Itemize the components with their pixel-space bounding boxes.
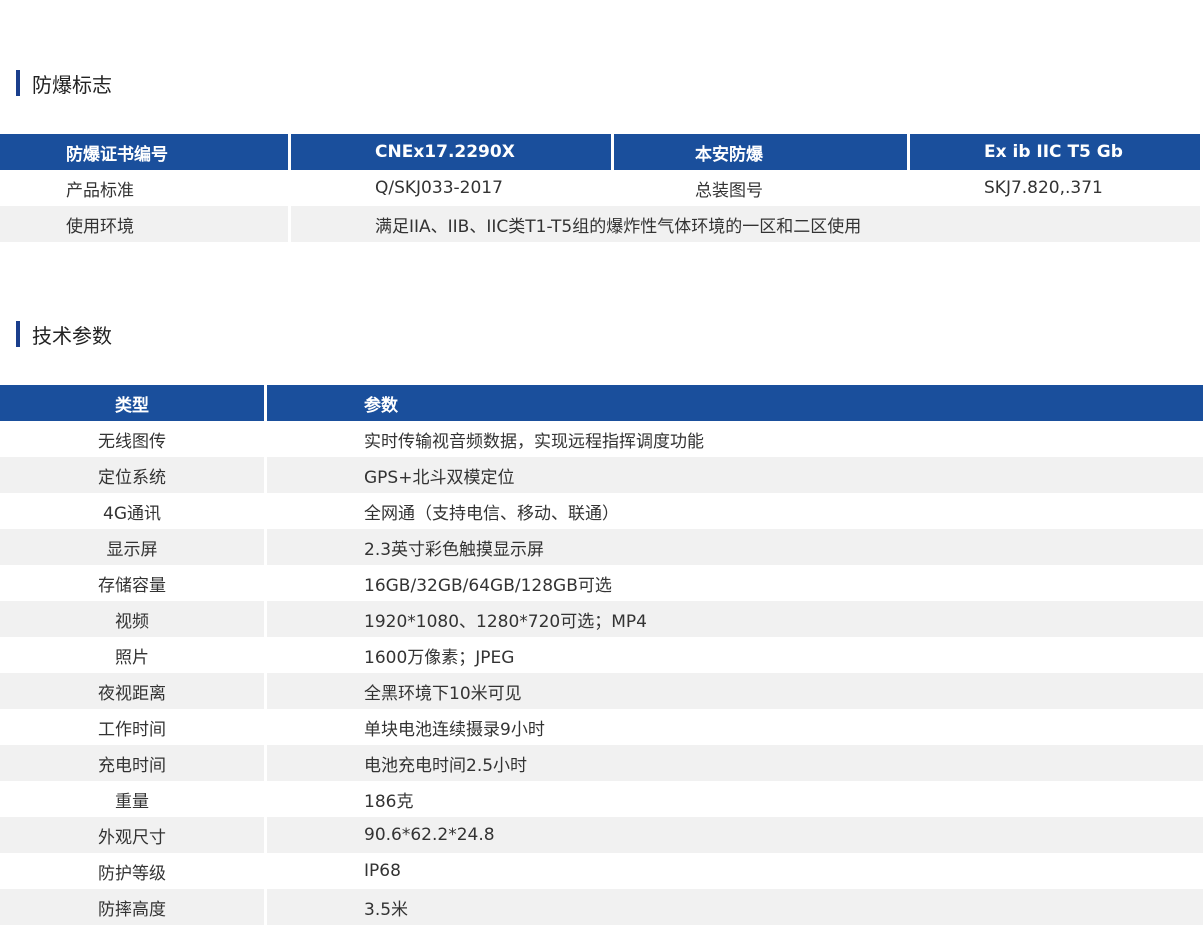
table-header-row: 防爆证书编号 CNEx17.2290X 本安防爆 Ex ib IIC T5 Gb [0, 134, 1200, 170]
section-title-spec: 技术参数 [16, 321, 112, 348]
table-row: 4G通讯 全网通（支持电信、移动、联通） [0, 493, 1203, 529]
spec-key: 工作时间 [0, 709, 267, 745]
section-title-explosion: 防爆标志 [16, 70, 112, 97]
spec-key: 显示屏 [0, 529, 267, 565]
title-accent-bar [16, 70, 20, 96]
table-row: 显示屏 2.3英寸彩色触摸显示屏 [0, 529, 1203, 565]
spec-value: 全网通（支持电信、移动、联通） [267, 493, 1203, 529]
spec-table: 类型 参数 无线图传 实时传输视音频数据，实现远程指挥调度功能 定位系统 GPS+北… [0, 385, 1203, 925]
spec-key: 夜视距离 [0, 673, 267, 709]
table-cell: 使用环境 [0, 206, 291, 242]
spec-key: 防护等级 [0, 853, 267, 889]
spec-key: 视频 [0, 601, 267, 637]
header-cell: Ex ib IIC T5 Gb [910, 134, 1200, 170]
spec-value: 90.6*62.2*24.8 [267, 817, 1203, 853]
explosion-proof-table: 防爆证书编号 CNEx17.2290X 本安防爆 Ex ib IIC T5 Gb… [0, 134, 1200, 242]
spec-key: 存储容量 [0, 565, 267, 601]
spec-key: 4G通讯 [0, 493, 267, 529]
header-cell: CNEx17.2290X [291, 134, 614, 170]
spec-value: 电池充电时间2.5小时 [267, 745, 1203, 781]
spec-value: 3.5米 [267, 889, 1203, 925]
spec-key: 定位系统 [0, 457, 267, 493]
spec-value: 2.3英寸彩色触摸显示屏 [267, 529, 1203, 565]
spec-key: 无线图传 [0, 421, 267, 457]
section-title-text: 防爆标志 [32, 72, 112, 97]
spec-value: 186克 [267, 781, 1203, 817]
header-cell: 参数 [267, 385, 1203, 421]
spec-key: 外观尺寸 [0, 817, 267, 853]
table-row: 使用环境 满足IIA、IIB、IIC类T1-T5组的爆炸性气体环境的一区和二区使… [0, 206, 1200, 242]
table-header-row: 类型 参数 [0, 385, 1203, 421]
spec-value: IP68 [267, 853, 1203, 889]
spec-key: 重量 [0, 781, 267, 817]
spec-value: 实时传输视音频数据，实现远程指挥调度功能 [267, 421, 1203, 457]
table-cell: 满足IIA、IIB、IIC类T1-T5组的爆炸性气体环境的一区和二区使用 [291, 206, 1200, 242]
header-cell: 防爆证书编号 [0, 134, 291, 170]
table-row: 充电时间 电池充电时间2.5小时 [0, 745, 1203, 781]
spec-key: 充电时间 [0, 745, 267, 781]
spec-value: 1600万像素；JPEG [267, 637, 1203, 673]
title-accent-bar [16, 321, 20, 347]
table-row: 重量 186克 [0, 781, 1203, 817]
table-row: 夜视距离 全黑环境下10米可见 [0, 673, 1203, 709]
section-title-text: 技术参数 [32, 323, 112, 348]
table-row: 存储容量 16GB/32GB/64GB/128GB可选 [0, 565, 1203, 601]
table-row: 产品标准 Q/SKJ033-2017 总装图号 SKJ7.820,.371 [0, 170, 1200, 206]
spec-key: 照片 [0, 637, 267, 673]
table-cell: Q/SKJ033-2017 [291, 170, 614, 206]
spec-value: 单块电池连续摄录9小时 [267, 709, 1203, 745]
table-row: 外观尺寸 90.6*62.2*24.8 [0, 817, 1203, 853]
table-row: 防护等级 IP68 [0, 853, 1203, 889]
table-cell: 产品标准 [0, 170, 291, 206]
header-cell: 类型 [0, 385, 267, 421]
table-row: 无线图传 实时传输视音频数据，实现远程指挥调度功能 [0, 421, 1203, 457]
spec-value: 1920*1080、1280*720可选；MP4 [267, 601, 1203, 637]
table-row: 工作时间 单块电池连续摄录9小时 [0, 709, 1203, 745]
spec-value: 全黑环境下10米可见 [267, 673, 1203, 709]
table-cell: 总装图号 [614, 170, 910, 206]
spec-value: GPS+北斗双模定位 [267, 457, 1203, 493]
header-cell: 本安防爆 [614, 134, 910, 170]
spec-value: 16GB/32GB/64GB/128GB可选 [267, 565, 1203, 601]
table-row: 定位系统 GPS+北斗双模定位 [0, 457, 1203, 493]
spec-key: 防摔高度 [0, 889, 267, 925]
table-row: 视频 1920*1080、1280*720可选；MP4 [0, 601, 1203, 637]
table-cell: SKJ7.820,.371 [910, 170, 1200, 206]
table-row: 照片 1600万像素；JPEG [0, 637, 1203, 673]
table-row: 防摔高度 3.5米 [0, 889, 1203, 925]
